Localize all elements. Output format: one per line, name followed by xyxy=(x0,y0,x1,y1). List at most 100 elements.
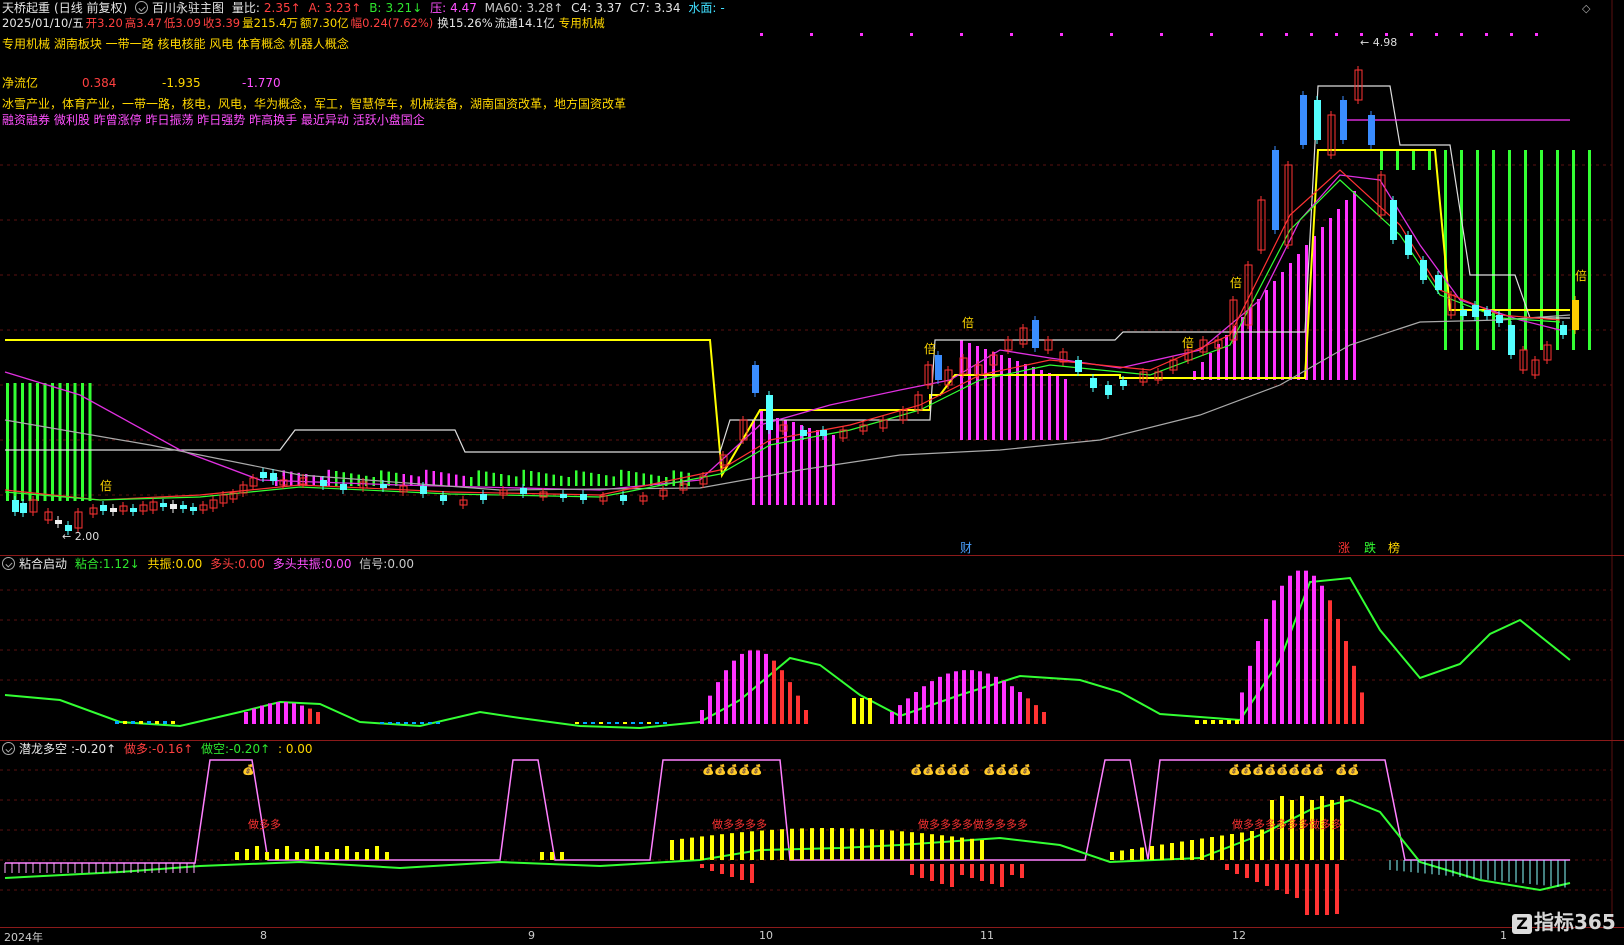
panel3-bar xyxy=(860,828,864,860)
panel2-bar xyxy=(591,722,595,724)
panel3-header: 潜龙多空:-0.20↑ 做多:-0.16↑ 做空:-0.20↑ : 0.00 xyxy=(2,741,317,758)
panel2-bar xyxy=(252,708,256,724)
green-bar xyxy=(6,383,9,501)
money-bag-icon: 💰 xyxy=(1019,763,1031,776)
panel2-settings-icon[interactable] xyxy=(2,557,15,570)
small-bar xyxy=(642,473,645,486)
panel2-bar xyxy=(1304,570,1308,724)
small-bar xyxy=(560,475,563,486)
panel2-bar xyxy=(599,722,603,724)
panel3-bar xyxy=(265,852,269,860)
small-bar xyxy=(515,476,518,486)
panel3-bar xyxy=(740,832,744,860)
p2-value-2: 0.00 xyxy=(238,557,265,571)
panel3-bar xyxy=(1275,864,1279,890)
green-tall-bar xyxy=(1508,150,1511,350)
panel2-title[interactable]: 粘合启动 xyxy=(19,557,67,571)
candle-body-down xyxy=(1105,385,1112,395)
panel3-bar xyxy=(930,864,934,881)
panel2-bar xyxy=(1320,585,1324,724)
panel3-bar xyxy=(1120,850,1124,860)
small-bar xyxy=(552,474,555,486)
panel2-bar xyxy=(316,712,320,724)
candle-body-down xyxy=(1032,320,1039,348)
top-marker xyxy=(1510,33,1513,36)
panel2-bar xyxy=(938,676,942,724)
panel3-bar xyxy=(870,829,874,860)
small-bar xyxy=(672,470,675,486)
panel2-bar xyxy=(954,671,958,724)
small-bar xyxy=(335,471,338,486)
panel3-bar xyxy=(295,852,299,860)
magenta-bar xyxy=(808,428,811,505)
p3-value-1: -0.20↑ xyxy=(229,742,271,756)
panel3-settings-icon[interactable] xyxy=(2,742,15,755)
panel2-bar xyxy=(740,653,744,724)
magenta-bar xyxy=(1353,191,1356,380)
panel2-bar xyxy=(1227,720,1231,724)
magenta-bar xyxy=(1313,236,1316,380)
panel3-bar xyxy=(345,846,349,860)
panel2-bar xyxy=(1336,618,1340,724)
panel3-bar xyxy=(970,864,974,878)
candle-body-down xyxy=(420,486,427,494)
candle-body-down xyxy=(170,504,177,509)
p2-label-4: 信号: xyxy=(359,557,388,571)
candle-body-down xyxy=(1508,325,1515,355)
top-marker xyxy=(1160,33,1163,36)
panel3-bar xyxy=(1110,852,1114,860)
panel3-bar xyxy=(285,846,289,860)
p2-label-3: 多头共振: xyxy=(272,557,325,571)
candle-body-down xyxy=(1340,100,1347,140)
magenta-bar xyxy=(1016,361,1019,440)
p2-value-0: 1.12↓ xyxy=(102,557,140,571)
panel2-bar xyxy=(268,703,272,724)
panel2-bar xyxy=(922,686,926,724)
top-marker xyxy=(1285,33,1288,36)
high-annotation: ← 4.98 xyxy=(1360,36,1397,49)
candle-body-down xyxy=(180,505,187,509)
x-label-dec: 12 xyxy=(1232,929,1246,942)
panel2-bar xyxy=(404,722,408,724)
green-bar xyxy=(21,383,24,501)
candle-body-down xyxy=(1435,275,1442,290)
watermark-z-icon: Z xyxy=(1512,914,1532,934)
panel3-bar xyxy=(560,852,564,860)
panel2-bar xyxy=(1280,585,1284,724)
watermark-logo: Z 指标365 xyxy=(1512,906,1616,935)
panel3-bar xyxy=(700,864,704,868)
magenta-bar xyxy=(792,422,795,505)
candle-body-down xyxy=(620,495,627,501)
green-tall-bar xyxy=(1588,150,1591,350)
candle-body-down xyxy=(320,480,327,486)
panel2-bar xyxy=(647,722,651,724)
candle-body-down xyxy=(20,503,27,513)
panel2-bar xyxy=(780,670,784,724)
panel3-bar xyxy=(690,837,694,860)
magenta-bar xyxy=(1048,373,1051,440)
panel2-bar xyxy=(852,698,856,724)
panel2-bar xyxy=(1042,712,1046,724)
panel3-title[interactable]: 潜龙多空 xyxy=(19,742,67,756)
panel3-bar xyxy=(245,849,249,860)
bei-marker: 倍 xyxy=(924,341,936,356)
panel2-bar xyxy=(163,721,167,724)
panel3-bar xyxy=(990,864,994,884)
x-label-oct: 10 xyxy=(759,929,773,942)
panel3-bar xyxy=(235,852,239,860)
green-bar xyxy=(36,383,39,501)
magenta-bar xyxy=(1281,272,1284,380)
x-label-jan: 1 xyxy=(1500,929,1507,942)
panel3-bar xyxy=(540,852,544,860)
panel2-bar xyxy=(1248,665,1252,724)
panel3-bar xyxy=(710,835,714,860)
money-bag-icon: 💰 xyxy=(983,763,995,776)
magenta-bar xyxy=(1289,263,1292,380)
tag-bang: 榜 xyxy=(1388,540,1400,555)
panel3-bar xyxy=(1250,831,1254,860)
money-bag-icon: 💰 xyxy=(1007,763,1019,776)
green-bar xyxy=(66,383,69,501)
small-bar xyxy=(500,474,503,486)
main-chart[interactable]: ← 4.98← 2.00倍倍倍倍倍倍财涨跌榜做多多 做多多多多 做多多多多做多多多多… xyxy=(0,0,1624,945)
green-bar xyxy=(28,383,32,501)
